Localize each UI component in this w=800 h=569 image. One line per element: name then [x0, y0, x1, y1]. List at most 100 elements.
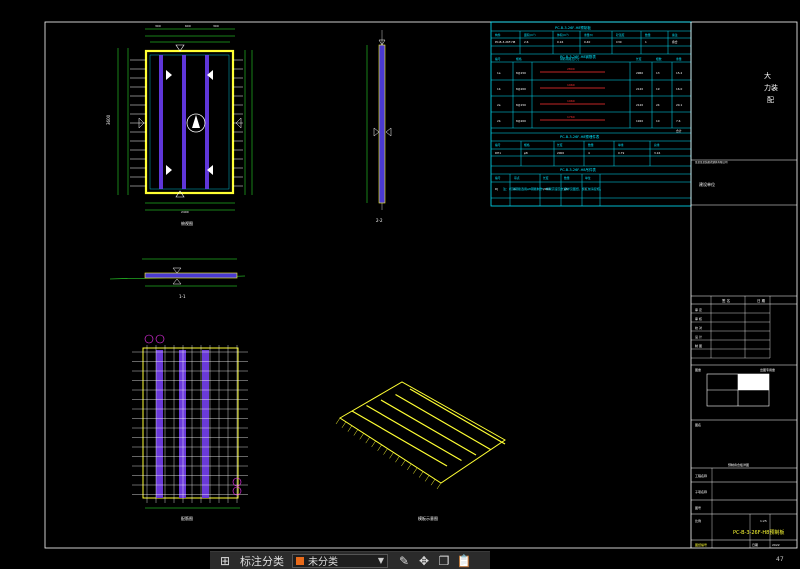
code-left: 图纸编号 [695, 542, 707, 547]
rebar-cell: 24 [656, 103, 660, 107]
rebar-cell: 2120 [636, 103, 643, 107]
rebar-cell: 16.0 [676, 87, 682, 91]
section-1-label: 1-1 [179, 294, 186, 299]
date-value: 2022 [772, 543, 780, 547]
signoff-row-label: 审 定 [695, 307, 702, 312]
table-header-1: 体积(m³) [557, 33, 569, 37]
rebar-cell: 8@150 [516, 103, 526, 107]
table-header-1: 数量 [645, 33, 651, 37]
table-note: 注：桁架钢筋选用φ8钢筋制作，桁架高度及长度详见图纸，施工前请复核。 [503, 186, 603, 191]
cad-drawing-canvas[interactable]: 300 600 300 3600 2400 俯视图 2-2 1-1 配筋图 模板… [0, 0, 800, 569]
rebar-cell: 2a [497, 103, 501, 107]
owner-char-3: 装 [771, 83, 778, 92]
total-label: 合计 [676, 129, 682, 133]
table-header-3: 总重 [654, 143, 660, 147]
sub-label-1: 子项名称 [695, 489, 707, 494]
table-cell-1: 叠合 [672, 40, 678, 44]
stamp-label: 图章 [695, 367, 701, 372]
rebar-cell: 1760 [567, 115, 575, 119]
table-cell-1: PC-B-3-26F-H8 [495, 40, 516, 44]
plan-view: 300 600 300 3600 2400 俯视图 [106, 24, 253, 226]
table-header-3: 数量 [588, 143, 594, 147]
signoff-row-label: 制 图 [695, 343, 702, 348]
table-header-4: 编号 [495, 176, 501, 180]
stamp-right: 出图专用章 [760, 367, 775, 372]
table-title-1: PC-B-3-26F-H8预制板 [555, 25, 591, 30]
section-2-label: 2-2 [376, 218, 383, 223]
svg-text:300: 300 [213, 24, 219, 28]
project-label: 建设单位 [699, 181, 715, 187]
table-header-1: 备注 [672, 33, 678, 37]
chevron-down-icon: ▼ [377, 556, 384, 565]
table-cell-3: DH1 [495, 151, 501, 155]
table-header-2: 钢筋简图及尺寸 [560, 57, 580, 61]
section-1-1: 1-1 [109, 258, 246, 299]
rebar-plan: 配筋图 [132, 334, 248, 521]
table-cell-3: 3.16 [654, 151, 660, 155]
table-cell-1: 0.40 [584, 40, 590, 44]
table-cell-1: 0.16 [557, 40, 563, 44]
table-cell-3: φ8 [524, 151, 528, 155]
page-number: 47 [776, 556, 784, 563]
iso-label: 模板示意图 [418, 515, 438, 521]
svg-text:600: 600 [185, 24, 191, 28]
table-cell-3: 2000 [557, 151, 564, 155]
table-header-2: 重量 [676, 57, 682, 61]
table-header-4: 长度 [543, 176, 549, 180]
table-cell-3: 4 [588, 151, 590, 155]
plan-dim-height: 3600 [106, 114, 111, 125]
plan-dim-width: 2400 [181, 210, 189, 214]
scale-value: 1:25 [760, 519, 767, 523]
edit-icon[interactable]: ✎ [396, 554, 412, 568]
rebar-cell: 1a [497, 71, 501, 75]
rebar-cell: 1b [497, 87, 501, 91]
rebar-cell: 8@200 [516, 87, 526, 91]
rebar-cell: 2120 [636, 87, 643, 91]
category-value: 未分类 [308, 557, 338, 568]
signoff-row-label: 校 对 [695, 325, 702, 330]
table-header-2: 长度 [636, 57, 642, 61]
table-header-1: 构件 [495, 33, 501, 37]
owner-char-1: 大 [764, 71, 771, 80]
table-header-3: 编号 [495, 143, 501, 147]
title-block: 大 力 装 配 某某某某装配式建筑有限公司 建设单位 签 名 日 期 审 定审 … [690, 22, 797, 548]
table-header-2: 根数 [656, 57, 662, 61]
owner-char-4: 配 [767, 96, 774, 104]
table-header-1: 砼强度 [616, 33, 625, 37]
rebar-cell: 8@200 [516, 119, 526, 123]
table-header-3: 长度 [557, 143, 563, 147]
rebar-cell: 8@150 [516, 71, 526, 75]
rebar-cell: 15.2 [676, 71, 682, 75]
rebar-cell: 10 [656, 119, 660, 123]
grid-icon[interactable]: ⊞ [218, 554, 232, 568]
copy-icon[interactable]: ❐ [436, 554, 452, 568]
table-header-2: 编号 [495, 57, 501, 61]
section-2-2: 2-2 [366, 30, 392, 223]
category-dropdown[interactable]: 未分类 ▼ [292, 553, 388, 568]
owner-char-2: 力 [764, 83, 771, 92]
rebar-cell: 7.6 [676, 119, 681, 123]
signoff-row-label: 审 核 [695, 316, 702, 321]
move-icon[interactable]: ✥ [416, 554, 432, 568]
date-label: 日期 [752, 542, 758, 547]
svg-text:300: 300 [155, 24, 161, 28]
table-cell-3: 0.79 [618, 151, 624, 155]
table-header-4: 单位 [585, 176, 591, 180]
table-header-1: 面积(m²) [524, 33, 536, 37]
plan-view-label: 俯视图 [181, 220, 193, 226]
rebar-cell: 2800 [567, 67, 575, 71]
rebar-cell: 2b [497, 119, 501, 123]
table-title-4: PC-B-3-26F-H8吊件表 [560, 167, 596, 172]
rebar-plan-label: 配筋图 [181, 515, 193, 521]
table-cell-1: C30 [616, 40, 622, 44]
rebar-cell: 1960 [567, 99, 575, 103]
annotation-toolbar: ⊞ 标注分类 未分类 ▼ ✎ ✥ ❐ 📋 [210, 551, 490, 569]
table-cell-4: DJ [495, 187, 498, 191]
drawing-name: 预制叠合板详图 [728, 462, 749, 467]
company-small: 某某某某装配式建筑有限公司 [695, 160, 728, 164]
classify-label: 标注分类 [240, 554, 284, 568]
rebar-cell: 1920 [636, 119, 643, 123]
table-header-3: 规格 [524, 143, 530, 147]
paste-icon[interactable]: 📋 [456, 554, 472, 568]
table-cell-1: 2.6 [524, 40, 529, 44]
